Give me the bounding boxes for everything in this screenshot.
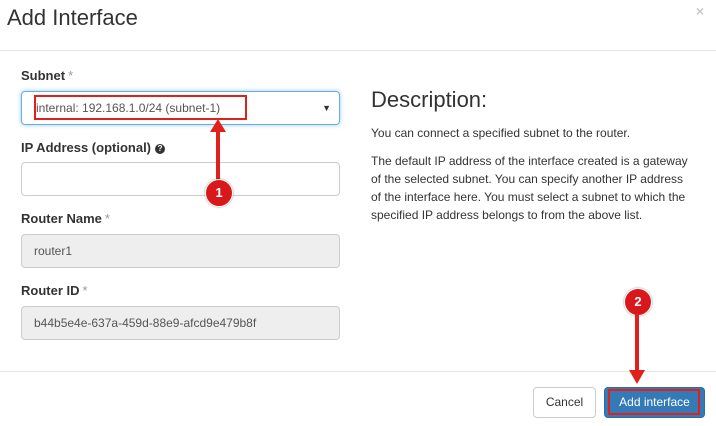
required-marker: *: [68, 68, 74, 83]
close-icon[interactable]: ×: [696, 3, 704, 19]
subnet-selected-value: internal: 192.168.1.0/24 (subnet-1): [36, 101, 221, 115]
annotation-badge-2: 2: [624, 288, 652, 316]
add-interface-button[interactable]: Add interface: [604, 387, 705, 418]
description-title: Description:: [371, 87, 488, 112]
description-paragraph-1: You can connect a specified subnet to th…: [371, 126, 631, 140]
help-icon[interactable]: ?: [155, 144, 166, 154]
chevron-down-icon: ▼: [322, 103, 331, 113]
router-name-label-text: Router Name: [21, 211, 102, 226]
subnet-select[interactable]: internal: 192.168.1.0/24 (subnet-1) ▼: [21, 91, 340, 125]
dialog-title: Add Interface: [7, 5, 138, 30]
router-id-label-text: Router ID: [21, 283, 80, 298]
router-name-field: router1: [21, 234, 340, 268]
subnet-label: Subnet *: [21, 68, 73, 83]
ip-address-label: IP Address (optional)?: [21, 140, 166, 155]
router-id-field: b44b5e4e-637a-459d-88e9-afcd9e479b8f: [21, 306, 340, 340]
modal-header: Add Interface ×: [0, 0, 716, 51]
subnet-label-text: Subnet: [21, 68, 66, 83]
annotation-arrow-2: [635, 314, 639, 371]
required-marker: *: [104, 211, 110, 226]
router-name-label: Router Name *: [21, 211, 110, 226]
arrow-down-icon: [629, 370, 645, 384]
required-marker: *: [82, 283, 88, 298]
router-id-label: Router ID *: [21, 283, 88, 298]
ip-address-input[interactable]: [21, 162, 340, 196]
annotation-badge-1: 1: [205, 179, 233, 207]
cancel-button[interactable]: Cancel: [533, 387, 596, 418]
ip-address-label-text: IP Address (optional): [21, 140, 152, 155]
description-paragraph-2: The default IP address of the interface …: [371, 154, 688, 222]
annotation-arrow-1: [216, 131, 220, 181]
